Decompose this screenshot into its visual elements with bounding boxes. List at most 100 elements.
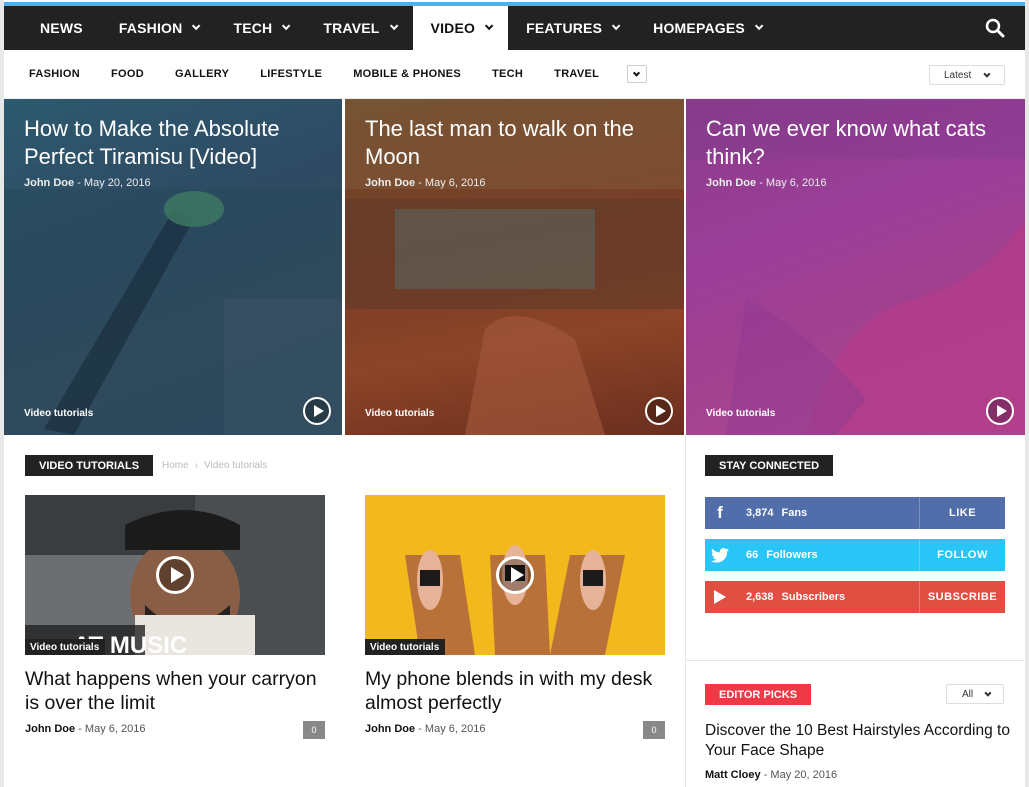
social-count: 2,638 bbox=[746, 591, 774, 603]
play-icon[interactable] bbox=[496, 556, 534, 594]
nav-item-label: TECH bbox=[233, 20, 273, 36]
nav-item-features[interactable]: FEATURES bbox=[508, 6, 635, 50]
play-icon[interactable] bbox=[645, 397, 673, 425]
facebook-icon: f bbox=[717, 503, 723, 522]
author[interactable]: John Doe bbox=[25, 723, 75, 735]
chevron-down-icon bbox=[192, 21, 201, 31]
author[interactable]: John Doe bbox=[365, 177, 415, 189]
sidebar-divider bbox=[685, 435, 686, 787]
article-thumbnail[interactable]: AT MUSIC Video tutorials bbox=[25, 495, 325, 655]
nav-item-news[interactable]: NEWS bbox=[4, 6, 101, 50]
date: May 20, 2016 bbox=[83, 177, 151, 189]
pick-title[interactable]: Discover the 10 Best Hairstyles Accordin… bbox=[705, 721, 1010, 761]
article-meta: John Doe - May 6, 2016 0 bbox=[25, 721, 325, 739]
subnav-item-gallery[interactable]: GALLERY bbox=[159, 68, 244, 80]
date: May 6, 2016 bbox=[424, 177, 486, 189]
article-thumbnail[interactable]: Video tutorials bbox=[365, 495, 665, 655]
category-label[interactable]: Video tutorials bbox=[365, 639, 446, 655]
meta-separator: - bbox=[78, 723, 82, 735]
subnav-item-travel[interactable]: TRAVEL bbox=[539, 68, 615, 80]
hero-meta: John Doe - May 20, 2016 bbox=[24, 177, 151, 189]
category-label[interactable]: Video tutorials bbox=[706, 408, 775, 419]
search-icon[interactable] bbox=[985, 18, 1005, 38]
play-icon[interactable] bbox=[156, 556, 194, 594]
nav-item-label: FASHION bbox=[118, 20, 183, 36]
chevron-down-icon bbox=[633, 69, 641, 77]
author[interactable]: John Doe bbox=[24, 177, 74, 189]
filter-label: All bbox=[962, 688, 974, 700]
nav-item-tech[interactable]: TECH bbox=[215, 6, 305, 50]
chevron-down-icon bbox=[389, 21, 398, 31]
play-icon[interactable] bbox=[303, 397, 331, 425]
like-button[interactable]: LIKE bbox=[919, 497, 1005, 529]
nav-item-fashion[interactable]: FASHION bbox=[101, 6, 216, 50]
comment-count[interactable]: 0 bbox=[303, 721, 325, 739]
nav-item-homepages[interactable]: HOMEPAGES bbox=[635, 6, 778, 50]
breadcrumb-current[interactable]: Video tutorials bbox=[204, 460, 267, 471]
youtube-row[interactable]: 2,638 Subscribers SUBSCRIBE bbox=[705, 581, 1005, 613]
breadcrumb-separator: › bbox=[194, 460, 199, 471]
date: May 20, 2016 bbox=[770, 769, 838, 781]
subscribe-button[interactable]: SUBSCRIBE bbox=[919, 581, 1005, 613]
sort-dropdown[interactable]: Latest bbox=[929, 65, 1005, 85]
chevron-down-icon bbox=[485, 21, 494, 31]
play-icon[interactable] bbox=[986, 397, 1014, 425]
subnav-item-mobile-phones[interactable]: MOBILE & PHONES bbox=[338, 68, 477, 80]
category-label[interactable]: Video tutorials bbox=[25, 639, 106, 655]
category-label[interactable]: Video tutorials bbox=[24, 408, 93, 419]
sub-nav: FASHION FOOD GALLERY LIFESTYLE MOBILE & … bbox=[4, 50, 1025, 99]
nav-item-label: HOMEPAGES bbox=[653, 20, 745, 36]
author[interactable]: Matt Cloey bbox=[705, 769, 761, 781]
subnav-item-tech[interactable]: TECH bbox=[477, 68, 539, 80]
chevron-down-icon bbox=[282, 21, 291, 31]
subnav-item-fashion[interactable]: FASHION bbox=[4, 68, 96, 80]
meta-separator: - bbox=[77, 177, 81, 189]
twitter-row[interactable]: 66 Followers FOLLOW bbox=[705, 539, 1005, 571]
article-title[interactable]: What happens when your carryon is over t… bbox=[25, 667, 325, 715]
sidebar-separator bbox=[686, 660, 1025, 661]
meta-separator: - bbox=[759, 177, 763, 189]
pick-meta: Matt Cloey - May 20, 2016 bbox=[705, 769, 837, 781]
nav-item-label: FEATURES bbox=[526, 20, 603, 36]
sort-label: Latest bbox=[944, 69, 972, 81]
article-meta: John Doe - May 6, 2016 0 bbox=[365, 721, 665, 739]
editor-picks-title[interactable]: EDITOR PICKS bbox=[705, 684, 812, 705]
category-label[interactable]: Video tutorials bbox=[365, 408, 434, 419]
facebook-row[interactable]: f 3,874 Fans LIKE bbox=[705, 497, 1005, 529]
follow-button[interactable]: FOLLOW bbox=[919, 539, 1005, 571]
hero-title[interactable]: The last man to walk on the Moon bbox=[365, 115, 664, 171]
nav-item-label: NEWS bbox=[40, 20, 83, 36]
subnav-more-button[interactable] bbox=[626, 65, 647, 83]
comment-count[interactable]: 0 bbox=[643, 721, 665, 739]
chevron-down-icon bbox=[983, 70, 991, 78]
section-title[interactable]: VIDEO TUTORIALS bbox=[25, 455, 154, 476]
hero-meta: John Doe - May 6, 2016 bbox=[365, 177, 485, 189]
youtube-icon bbox=[705, 581, 735, 613]
hero-tile[interactable]: The last man to walk on the Moon John Do… bbox=[345, 99, 684, 435]
article-title[interactable]: My phone blends in with my desk almost p… bbox=[365, 667, 665, 715]
social-count: 66 bbox=[746, 549, 759, 561]
social-label: Fans bbox=[781, 507, 808, 519]
hero-meta: John Doe - May 6, 2016 bbox=[706, 177, 826, 189]
hero-tile[interactable]: How to Make the Absolute Perfect Tiramis… bbox=[4, 99, 342, 435]
article-card: AT MUSIC Video tutorials What happens wh… bbox=[25, 495, 325, 739]
author[interactable]: John Doe bbox=[365, 723, 415, 735]
social-label: Followers bbox=[766, 549, 818, 561]
filter-dropdown[interactable]: All bbox=[946, 684, 1004, 704]
breadcrumb-home[interactable]: Home bbox=[162, 460, 189, 471]
subnav-item-lifestyle[interactable]: LIFESTYLE bbox=[245, 68, 338, 80]
nav-item-video[interactable]: VIDEO bbox=[412, 6, 509, 50]
subnav-item-food[interactable]: FOOD bbox=[96, 68, 160, 80]
breadcrumb: Home › Video tutorials bbox=[162, 460, 273, 471]
chevron-down-icon bbox=[754, 21, 764, 31]
nav-item-label: TRAVEL bbox=[323, 20, 380, 36]
social-label: Subscribers bbox=[781, 591, 846, 603]
hero-tile[interactable]: Can we ever know what cats think? John D… bbox=[686, 99, 1025, 435]
hero-title[interactable]: Can we ever know what cats think? bbox=[706, 115, 1005, 171]
chevron-down-icon bbox=[984, 689, 992, 697]
nav-item-travel[interactable]: TRAVEL bbox=[305, 6, 412, 50]
hero-title[interactable]: How to Make the Absolute Perfect Tiramis… bbox=[24, 115, 322, 171]
meta-separator: - bbox=[763, 769, 768, 781]
author[interactable]: John Doe bbox=[706, 177, 756, 189]
article-card: Video tutorials My phone blends in with … bbox=[365, 495, 665, 739]
